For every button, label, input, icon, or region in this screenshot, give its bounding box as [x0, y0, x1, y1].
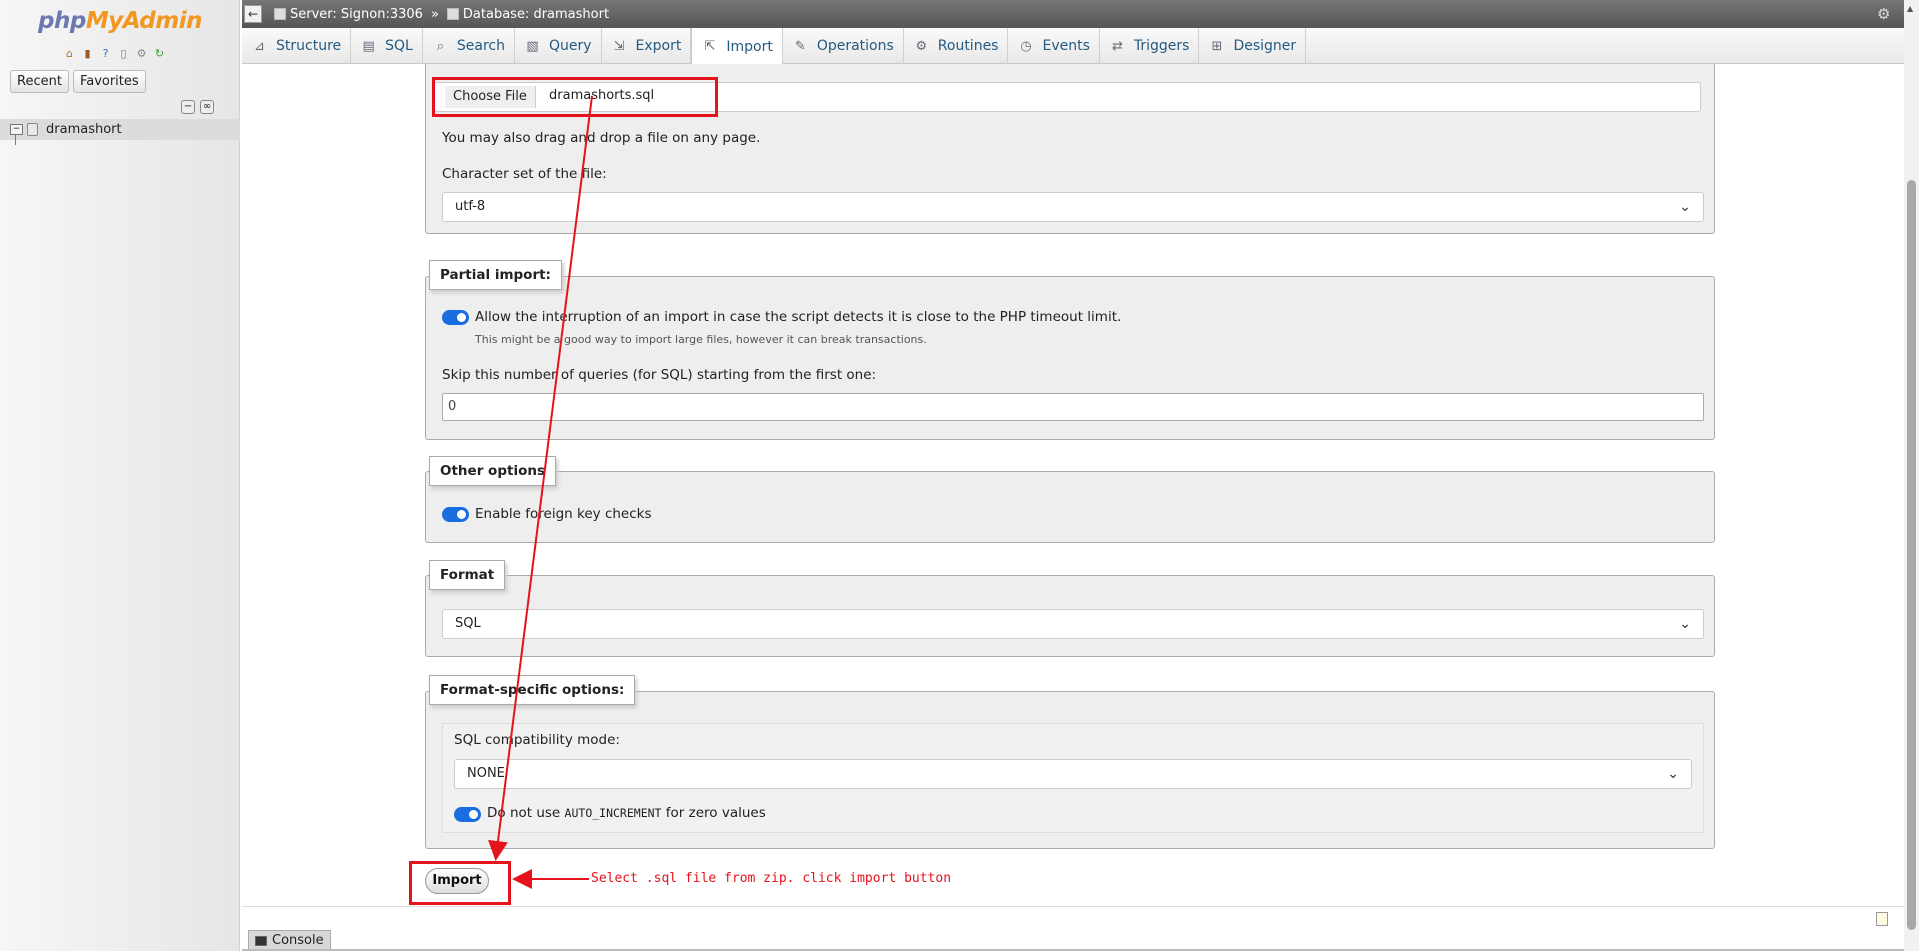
operations-icon: ✎	[794, 38, 806, 54]
navigation-panel: phpMyAdmin ⌂ ▮ ? ▯ ⚙ ↻ Recent Favorites …	[0, 0, 240, 951]
notes-icon[interactable]	[1876, 912, 1888, 926]
search-icon: ⌕	[436, 38, 444, 54]
tab-routines[interactable]: ⚙ Routines	[904, 28, 1009, 64]
annotation-arrows	[488, 95, 593, 889]
collapse-all-icon[interactable]: −	[181, 100, 195, 114]
tree-item-database[interactable]: − dramashort	[0, 119, 240, 140]
logout-icon[interactable]: ▮	[80, 46, 95, 61]
link-with-main-icon[interactable]: ∞	[200, 100, 214, 114]
breadcrumb-database[interactable]: Database: dramashort	[446, 6, 610, 22]
tab-label: Triggers	[1133, 38, 1190, 54]
home-icon[interactable]: ⌂	[62, 46, 77, 61]
breadcrumb-separator: »	[430, 6, 439, 22]
tab-triggers[interactable]: ⇄ Triggers	[1100, 28, 1200, 64]
phpmyadmin-logo[interactable]: phpMyAdmin	[0, 8, 240, 34]
export-icon: ⇲	[613, 38, 625, 54]
page-settings-icon[interactable]: ⚙	[1877, 5, 1890, 23]
tab-search[interactable]: ⌕ Search	[423, 28, 515, 64]
scroll-up-icon[interactable]: ▲	[1907, 4, 1913, 13]
nav-tabs: Recent Favorites	[10, 70, 146, 93]
tab-label: Operations	[816, 38, 894, 54]
import-icon: ⇱	[704, 39, 716, 54]
structure-icon: ⊿	[254, 38, 265, 54]
breadcrumb-server[interactable]: Server: Signon:3306	[274, 7, 423, 22]
tree-controls: − ∞	[181, 100, 214, 114]
logo-myadmin-text: MyAdmin	[85, 8, 203, 34]
docs-icon[interactable]: ▯	[116, 46, 131, 61]
tab-label: Designer	[1233, 38, 1297, 54]
tab-label: Search	[456, 38, 505, 54]
top-breadcrumb-bar: ← Server: Signon:3306 » Database: dramas…	[242, 0, 1919, 28]
tab-label: Query	[548, 38, 592, 54]
tab-import[interactable]: ⇱ Import	[691, 28, 783, 65]
server-icon	[274, 8, 286, 20]
tab-structure[interactable]: ⊿ Structure	[242, 28, 352, 64]
tree-line	[15, 135, 16, 145]
database-name[interactable]: dramashort	[46, 122, 122, 137]
favorites-button[interactable]: Favorites	[72, 70, 146, 93]
tab-label: Structure	[276, 38, 342, 54]
arrow-file-to-import	[488, 95, 593, 861]
recent-button[interactable]: Recent	[10, 70, 69, 93]
tree-expander-icon[interactable]: −	[10, 124, 23, 135]
tab-events[interactable]: ◷ Events	[1008, 28, 1100, 64]
tab-label: Events	[1042, 38, 1090, 54]
logo-php-text: php	[38, 8, 86, 34]
breadcrumb-server-label: Server: Signon:3306	[290, 6, 423, 22]
help-icon[interactable]: ?	[98, 46, 113, 61]
nav-icon-bar: ⌂ ▮ ? ▯ ⚙ ↻	[62, 46, 167, 61]
tab-label: Routines	[937, 38, 999, 54]
tab-label: Import	[726, 38, 773, 55]
tab-export[interactable]: ⇲ Export	[602, 28, 692, 64]
console-tab[interactable]: Console	[248, 930, 331, 950]
toggle-nav-icon[interactable]: ←	[244, 5, 262, 23]
tab-sql[interactable]: ▤ SQL	[351, 28, 423, 64]
query-icon: ▧	[526, 38, 539, 54]
page-scrollbar[interactable]: ▲	[1904, 0, 1919, 951]
tab-label: Export	[635, 38, 682, 54]
scrollbar-thumb[interactable]	[1907, 180, 1916, 930]
tab-designer[interactable]: ⊞ Designer	[1199, 28, 1307, 64]
console-label: Console	[272, 932, 324, 948]
sql-icon: ▤	[362, 38, 375, 54]
database-icon	[27, 123, 38, 136]
events-icon: ◷	[1020, 38, 1032, 54]
settings-icon[interactable]: ⚙	[134, 46, 149, 61]
tab-menu: ⊿ Structure ▤ SQL ⌕ Search ▧ Query ⇲ Export ⇱ Impor…	[242, 28, 1904, 65]
triggers-icon: ⇄	[1111, 38, 1123, 54]
tab-label: SQL	[385, 38, 413, 54]
database-icon	[446, 8, 459, 20]
main-content: Choose File dramashorts.sql You may also…	[242, 64, 1904, 912]
tab-operations[interactable]: ✎ Operations	[783, 28, 904, 64]
reload-icon[interactable]: ↻	[152, 46, 167, 61]
console-icon	[255, 935, 267, 946]
routines-icon: ⚙	[915, 38, 928, 54]
designer-icon: ⊞	[1211, 38, 1223, 54]
tab-query[interactable]: ▧ Query	[515, 28, 602, 64]
breadcrumb-database-label: Database: dramashort	[462, 6, 610, 22]
